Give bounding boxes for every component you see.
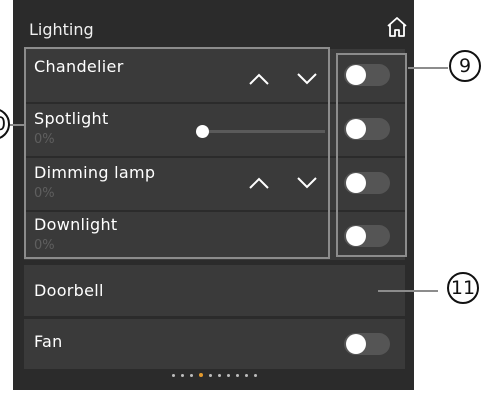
list-item-doorbell[interactable]: Doorbell	[24, 265, 405, 316]
toggles-frame	[336, 53, 407, 257]
page-dot[interactable]	[227, 374, 230, 377]
home-icon[interactable]	[386, 16, 408, 38]
page-dot-active[interactable]	[199, 373, 203, 377]
page-dot[interactable]	[181, 374, 184, 377]
page-dot[interactable]	[254, 374, 257, 377]
page-dot[interactable]	[236, 374, 239, 377]
callout-leader	[408, 67, 448, 69]
callout-leader	[378, 290, 438, 292]
callout-11: 11	[447, 272, 479, 304]
callout-9: 9	[449, 50, 481, 82]
page-dot[interactable]	[190, 374, 193, 377]
page-dot[interactable]	[209, 374, 212, 377]
callout-leader	[8, 124, 26, 126]
doorbell-label: Doorbell	[34, 281, 104, 300]
light-names-frame	[24, 47, 330, 259]
page-dot[interactable]	[172, 374, 175, 377]
fan-label: Fan	[34, 332, 63, 351]
page-dot[interactable]	[245, 374, 248, 377]
page-title: Lighting	[29, 20, 94, 39]
page-dot[interactable]	[218, 374, 221, 377]
callout-left: 10	[0, 108, 10, 140]
toggle-fan[interactable]	[344, 333, 390, 355]
